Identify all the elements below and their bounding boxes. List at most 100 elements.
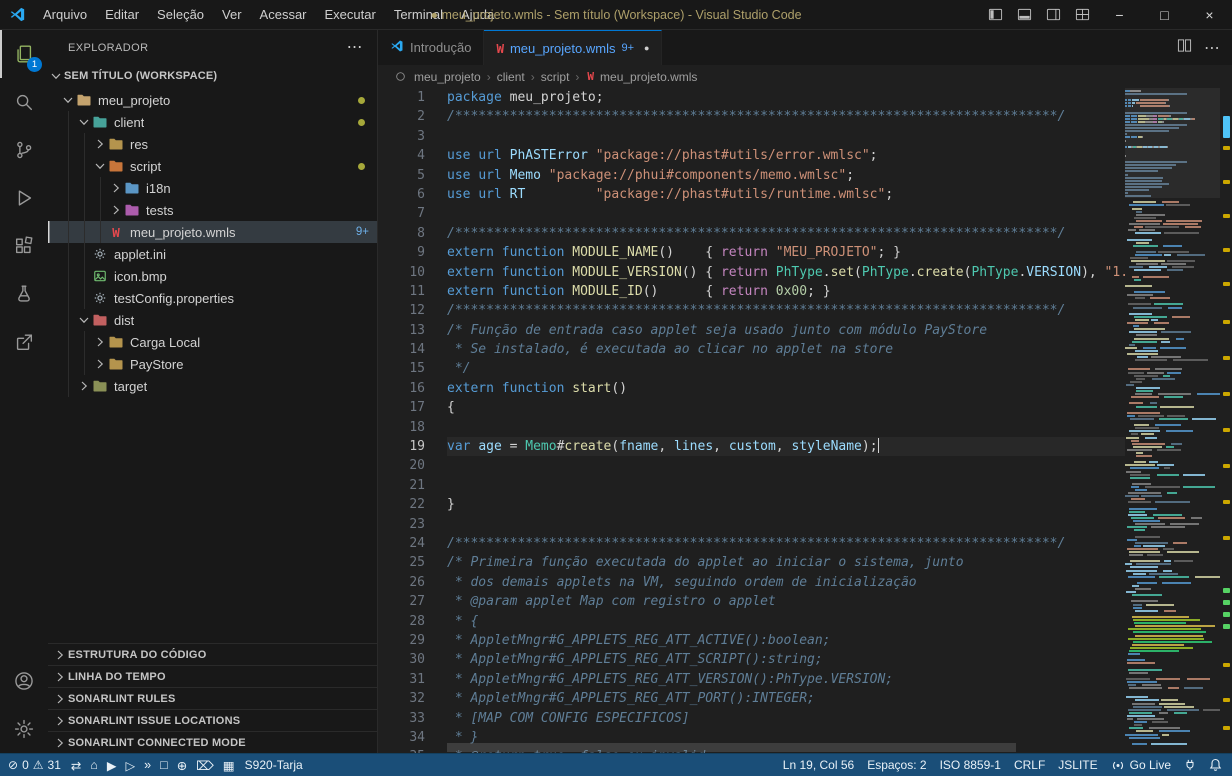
code-line[interactable]: var age = Memo#create(fname, lines, cust…: [447, 437, 1125, 456]
stop-icon[interactable]: □: [160, 758, 168, 772]
line-number[interactable]: 31: [378, 670, 447, 689]
line-number[interactable]: 11: [378, 282, 447, 301]
tree-item[interactable]: PayStore: [48, 353, 377, 375]
line-number[interactable]: 3: [378, 127, 447, 146]
tree-item[interactable]: i18n: [48, 177, 377, 199]
tree-item[interactable]: meu_projeto: [48, 89, 377, 111]
line-number[interactable]: 25: [378, 553, 447, 572]
code-line[interactable]: [447, 456, 1125, 475]
line-number[interactable]: 10: [378, 263, 447, 282]
activitybar-settings[interactable]: [0, 705, 48, 753]
eol[interactable]: CRLF: [1014, 758, 1045, 772]
line-number[interactable]: 26: [378, 573, 447, 592]
menu-item[interactable]: Ajuda: [452, 0, 503, 30]
tab-meu-projeto-wmls[interactable]: W meu_projeto.wmls 9+ ●: [484, 30, 662, 65]
home-icon[interactable]: ⌂: [90, 758, 98, 772]
code-line[interactable]: extern function MODULE_ID() { return 0x0…: [447, 282, 1125, 301]
code-line[interactable]: * AppletMngr#G_APPLETS_REG_ATT_PORT():IN…: [447, 689, 1125, 708]
close-button[interactable]: ×: [1187, 0, 1232, 30]
problems-indicator[interactable]: ⊘ 0 ⚠ 31: [8, 758, 61, 772]
line-number[interactable]: 29: [378, 631, 447, 650]
code-line[interactable]: /***************************************…: [447, 534, 1125, 553]
breadcrumb-item[interactable]: script: [539, 70, 572, 84]
line-number[interactable]: 27: [378, 592, 447, 611]
tree-item[interactable]: client: [48, 111, 377, 133]
code-line[interactable]: */: [447, 359, 1125, 378]
split-editor-icon[interactable]: [1177, 38, 1192, 58]
code-line[interactable]: [447, 418, 1125, 437]
gutter[interactable]: 1234567891011121314151617181920212223242…: [378, 88, 447, 753]
toggle-secondary-sidebar-icon[interactable]: [1039, 0, 1068, 30]
code-line[interactable]: use url RT "package://phast#utils/runtim…: [447, 185, 1125, 204]
cursor-position[interactable]: Ln 19, Col 56: [783, 758, 854, 772]
workspace-section-header[interactable]: SEM TÍTULO (WORKSPACE): [48, 65, 377, 87]
line-number[interactable]: 14: [378, 340, 447, 359]
tree-item[interactable]: Wmeu_projeto.wmls9+: [48, 221, 377, 243]
code-line[interactable]: [447, 127, 1125, 146]
modified-dot-icon[interactable]: ●: [644, 43, 649, 53]
menu-item[interactable]: Arquivo: [34, 0, 96, 30]
line-number[interactable]: 5: [378, 166, 447, 185]
tree-item[interactable]: dist: [48, 309, 377, 331]
tree-item[interactable]: res: [48, 133, 377, 155]
more-actions-icon[interactable]: ⋯: [1204, 38, 1220, 58]
code-line[interactable]: * {: [447, 612, 1125, 631]
tree-item[interactable]: script: [48, 155, 377, 177]
code-line[interactable]: extern function start(): [447, 379, 1125, 398]
grid-icon[interactable]: ▦: [223, 758, 235, 773]
activitybar-account[interactable]: [0, 657, 48, 705]
line-number[interactable]: 19: [378, 437, 447, 456]
code-line[interactable]: /***************************************…: [447, 224, 1125, 243]
minimize-button[interactable]: −: [1097, 0, 1142, 30]
line-number[interactable]: 9: [378, 243, 447, 262]
line-number[interactable]: 20: [378, 456, 447, 475]
line-number[interactable]: 12: [378, 301, 447, 320]
line-number[interactable]: 1: [378, 88, 447, 107]
sidebar-section[interactable]: LINHA DO TEMPO: [48, 665, 377, 687]
line-number[interactable]: 17: [378, 398, 447, 417]
line-number[interactable]: 28: [378, 612, 447, 631]
menu-item[interactable]: Executar: [316, 0, 385, 30]
ports[interactable]: [1184, 758, 1196, 772]
line-number[interactable]: 8: [378, 224, 447, 243]
menu-item[interactable]: Seleção: [148, 0, 213, 30]
minimap[interactable]: [1125, 88, 1220, 753]
menu-item[interactable]: Ver: [213, 0, 251, 30]
code-line[interactable]: use url Memo "package://phui#components/…: [447, 166, 1125, 185]
line-number[interactable]: 22: [378, 495, 447, 514]
minimap-slider[interactable]: [1125, 88, 1220, 198]
sync-icon[interactable]: ⇄: [71, 758, 81, 773]
line-number[interactable]: 30: [378, 650, 447, 669]
task-label[interactable]: S920-Tarja: [245, 758, 303, 772]
breadcrumb-item[interactable]: meu_projeto: [412, 70, 483, 84]
sidebar-section[interactable]: SONARLINT CONNECTED MODE: [48, 731, 377, 753]
play-icon[interactable]: ▶: [107, 758, 117, 773]
code-line[interactable]: /***************************************…: [447, 301, 1125, 320]
add-icon[interactable]: ⊕: [177, 758, 187, 773]
sidebar-section[interactable]: ESTRUTURA DO CÓDIGO: [48, 643, 377, 665]
line-number[interactable]: 32: [378, 689, 447, 708]
sidebar-section[interactable]: SONARLINT ISSUE LOCATIONS: [48, 709, 377, 731]
more-actions-icon[interactable]: ⋯: [347, 43, 363, 53]
menu-item[interactable]: Editar: [96, 0, 148, 30]
code-content[interactable]: package meu_projeto;/*******************…: [447, 88, 1125, 753]
sidebar-section[interactable]: SONARLINT RULES: [48, 687, 377, 709]
code-line[interactable]: * @param applet Map com registro o apple…: [447, 592, 1125, 611]
line-number[interactable]: 23: [378, 515, 447, 534]
trash-icon[interactable]: ⌦: [196, 758, 214, 773]
code-line[interactable]: extern function MODULE_VERSION() { retur…: [447, 263, 1125, 282]
code-line[interactable]: * AppletMngr#G_APPLETS_REG_ATT_SCRIPT():…: [447, 650, 1125, 669]
breadcrumb-item[interactable]: client: [495, 70, 527, 84]
tree-item[interactable]: target: [48, 375, 377, 397]
code-line[interactable]: {: [447, 398, 1125, 417]
line-number[interactable]: 16: [378, 379, 447, 398]
toggle-panel-icon[interactable]: [1010, 0, 1039, 30]
tab-introducao[interactable]: Introdução: [378, 30, 484, 65]
go-live[interactable]: Go Live: [1111, 758, 1171, 772]
run-all-icon[interactable]: »: [144, 758, 151, 772]
code-line[interactable]: * Se instalado, é executada ao clicar no…: [447, 340, 1125, 359]
code-line[interactable]: [447, 204, 1125, 223]
tree-item[interactable]: Carga Local: [48, 331, 377, 353]
code-line[interactable]: use url PhASTError "package://phast#util…: [447, 146, 1125, 165]
maximize-button[interactable]: □: [1142, 0, 1187, 30]
